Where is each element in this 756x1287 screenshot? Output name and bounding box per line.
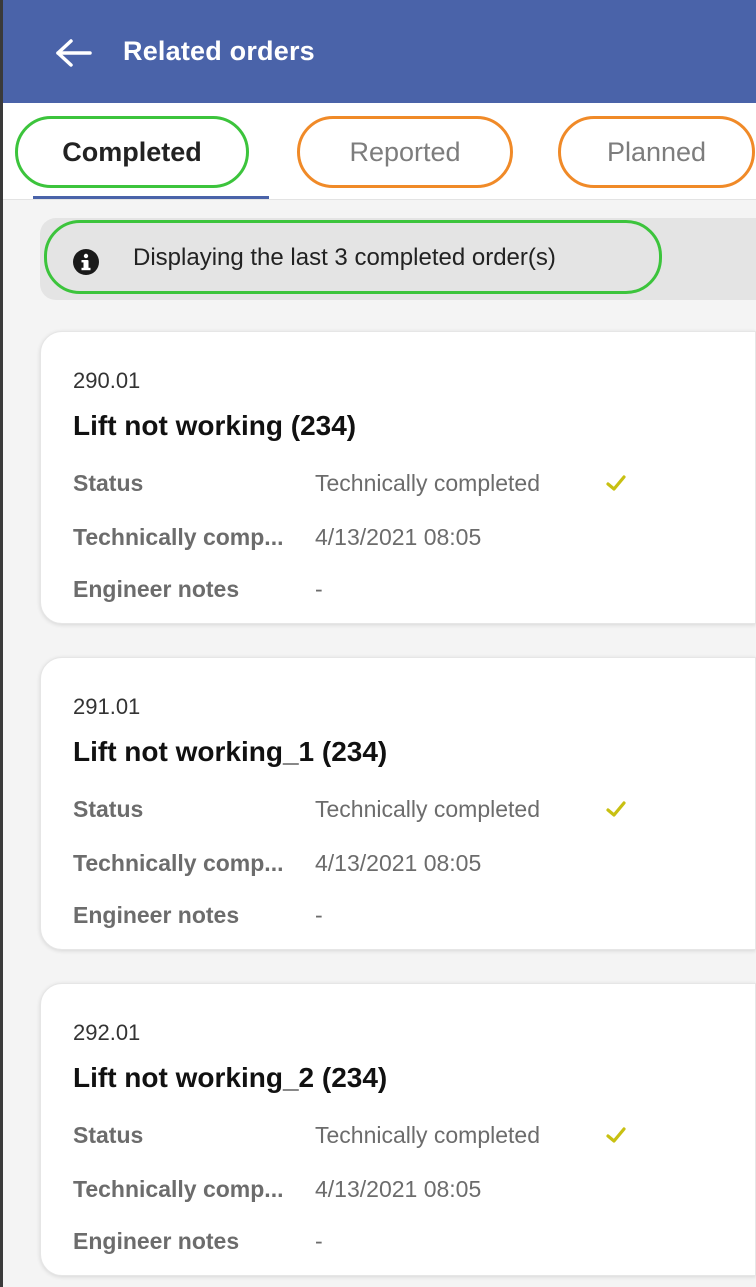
- engineer-notes-label: Engineer notes: [73, 576, 240, 602]
- status-label: Status: [73, 796, 144, 822]
- order-number: 291.01: [73, 694, 141, 719]
- order-card[interactable]: 292.01 Lift not working_2 (234) Status T…: [40, 983, 756, 1276]
- status-label: Status: [73, 1122, 144, 1148]
- order-card[interactable]: 290.01 Lift not working (234) Status Tec…: [40, 331, 756, 624]
- engineer-notes-label: Engineer notes: [73, 902, 240, 928]
- engineer-notes-label: Engineer notes: [73, 1228, 240, 1254]
- tab-planned[interactable]: Planned: [558, 116, 755, 188]
- technically-completed-value: 4/13/2021 08:05: [315, 1176, 482, 1202]
- engineer-notes-value: -: [315, 902, 323, 928]
- engineer-notes-value: -: [315, 576, 323, 602]
- app-header: Related orders: [3, 0, 756, 103]
- status-value: Technically completed: [315, 796, 541, 822]
- tab-bar: Completed Reported Planned: [3, 103, 756, 200]
- check-icon: [606, 1127, 626, 1143]
- technically-completed-label: Technically comp...: [73, 850, 284, 876]
- check-icon: [606, 801, 626, 817]
- active-tab-indicator: [33, 196, 269, 199]
- order-card[interactable]: 291.01 Lift not working_1 (234) Status T…: [40, 657, 756, 950]
- info-icon: [73, 249, 99, 275]
- order-title: Lift not working (234): [73, 410, 357, 441]
- technically-completed-value: 4/13/2021 08:05: [315, 850, 482, 876]
- info-banner-text: Displaying the last 3 completed order(s): [133, 244, 556, 271]
- order-number: 290.01: [73, 368, 141, 393]
- tab-completed[interactable]: Completed: [15, 116, 249, 188]
- order-title: Lift not working_1 (234): [73, 736, 388, 767]
- technically-completed-label: Technically comp...: [73, 524, 284, 550]
- status-value: Technically completed: [315, 1122, 541, 1148]
- order-title: Lift not working_2 (234): [73, 1062, 388, 1093]
- check-icon: [606, 475, 626, 491]
- tab-reported[interactable]: Reported: [297, 116, 513, 188]
- engineer-notes-value: -: [315, 1228, 323, 1254]
- status-label: Status: [73, 470, 144, 496]
- arrow-left-icon[interactable]: [55, 38, 93, 68]
- page-title: Related orders: [123, 36, 315, 66]
- order-number: 292.01: [73, 1020, 141, 1045]
- technically-completed-label: Technically comp...: [73, 1176, 284, 1202]
- status-value: Technically completed: [315, 470, 541, 496]
- technically-completed-value: 4/13/2021 08:05: [315, 524, 482, 550]
